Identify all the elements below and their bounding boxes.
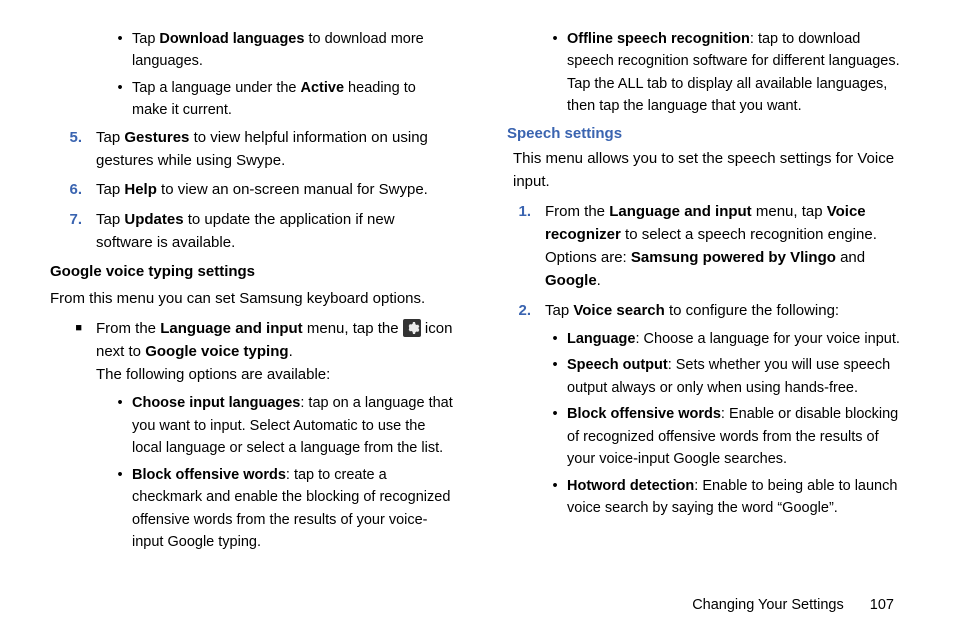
bullet-icon: • (108, 77, 132, 122)
bullet-icon: • (543, 403, 567, 470)
step-number: 7. (50, 208, 96, 255)
list-item: ■ From the Language and input menu, tap … (50, 317, 455, 387)
footer-label: Changing Your Settings (692, 597, 844, 613)
page-footer: Changing Your Settings 107 (692, 594, 894, 616)
list-item: • Speech output: Sets whether you will u… (543, 354, 904, 399)
paragraph: From this menu you can set Samsung keybo… (50, 287, 455, 310)
bullet-icon: • (543, 328, 567, 350)
page-number: 107 (870, 597, 894, 613)
square-bullet-icon: ■ (50, 317, 96, 387)
right-column: • Offline speech recognition: tap to dow… (499, 28, 904, 558)
section-heading: Speech settings (507, 122, 904, 145)
list-item: • Block offensive words: tap to create a… (108, 464, 455, 554)
bullet-icon: • (543, 354, 567, 399)
list-item: • Language: Choose a language for your v… (543, 328, 904, 350)
list-item: • Tap Download languages to download mor… (108, 28, 455, 73)
list-item: • Block offensive words: Enable or disab… (543, 403, 904, 470)
step-number: 6. (50, 178, 96, 201)
paragraph: This menu allows you to set the speech s… (513, 147, 904, 194)
subheading: Google voice typing settings (50, 260, 455, 283)
list-item: 6. Tap Help to view an on-screen manual … (50, 178, 455, 201)
list-item: 7. Tap Updates to update the application… (50, 208, 455, 255)
step-number: 2. (499, 299, 545, 322)
bullet-icon: • (108, 28, 132, 73)
bullet-icon: • (108, 464, 132, 554)
list-item: • Choose input languages: tap on a langu… (108, 392, 455, 459)
list-item: 1. From the Language and input menu, tap… (499, 200, 904, 293)
list-item: 2. Tap Voice search to configure the fol… (499, 299, 904, 322)
step-number: 5. (50, 126, 96, 173)
step-number: 1. (499, 200, 545, 293)
page-columns: • Tap Download languages to download mor… (0, 0, 954, 558)
list-item: • Offline speech recognition: tap to dow… (543, 28, 904, 118)
list-item: • Hotword detection: Enable to being abl… (543, 475, 904, 520)
bullet-icon: • (108, 392, 132, 459)
bullet-icon: • (543, 28, 567, 118)
left-column: • Tap Download languages to download mor… (50, 28, 455, 558)
list-item: 5. Tap Gestures to view helpful informat… (50, 126, 455, 173)
bullet-icon: • (543, 475, 567, 520)
list-item: • Tap a language under the Active headin… (108, 77, 455, 122)
gear-icon (403, 319, 421, 337)
